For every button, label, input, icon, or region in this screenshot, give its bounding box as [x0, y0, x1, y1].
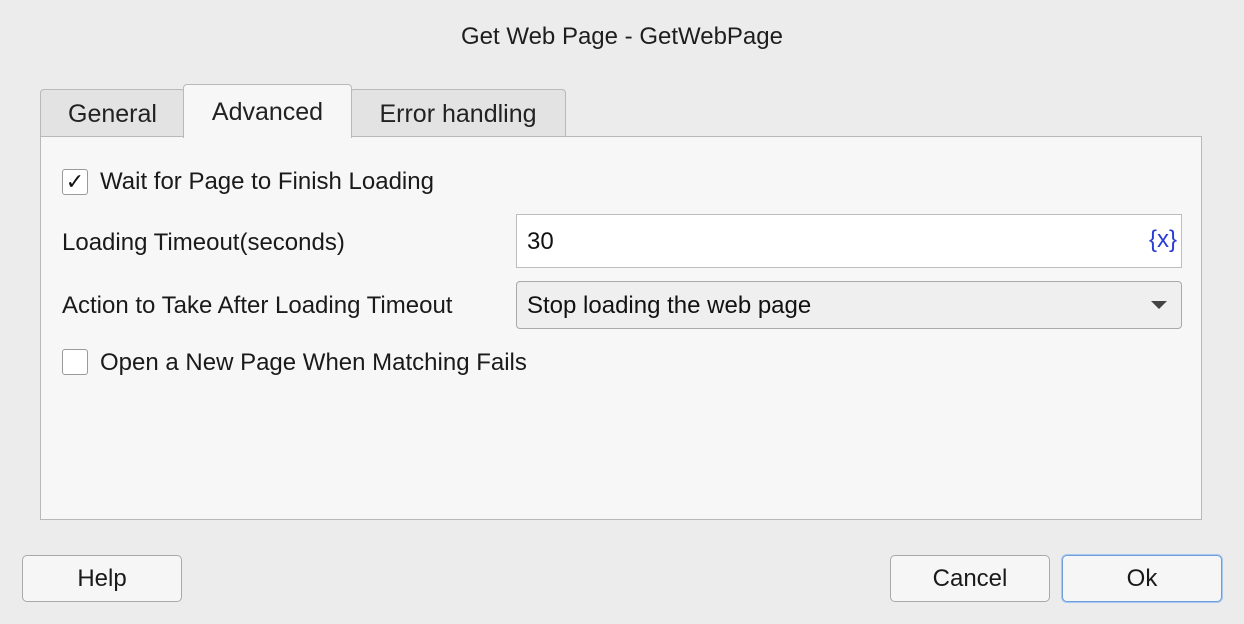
dialog-title: Get Web Page - GetWebPage	[461, 23, 783, 50]
get-web-page-dialog: Get Web Page - GetWebPage General Advanc…	[0, 0, 1244, 624]
timeout-row: Loading Timeout(seconds) 30 {x} Action t…	[41, 137, 1201, 519]
tab-advanced[interactable]: Advanced	[183, 84, 352, 138]
loading-timeout-label: Loading Timeout(seconds)	[62, 229, 345, 256]
open-new-page-label: Open a New Page When Matching Fails	[100, 349, 527, 376]
chevron-down-icon	[1151, 301, 1167, 309]
help-button[interactable]: Help	[22, 555, 182, 602]
open-new-page-checkbox[interactable]	[62, 349, 88, 375]
timeout-action-value: Stop loading the web page	[527, 292, 812, 319]
loading-timeout-value: 30	[527, 228, 554, 255]
advanced-panel: ✓ Wait for Page to Finish Loading Loadin…	[40, 136, 1202, 520]
tab-error-handling[interactable]: Error handling	[350, 89, 566, 137]
tab-general[interactable]: General	[40, 89, 185, 137]
variable-icon[interactable]: {x}	[1149, 226, 1177, 254]
cancel-button[interactable]: Cancel	[890, 555, 1050, 602]
ok-button[interactable]: Ok	[1062, 555, 1222, 602]
timeout-action-select[interactable]: Stop loading the web page	[516, 281, 1182, 329]
loading-timeout-input[interactable]: 30 {x}	[516, 214, 1182, 268]
timeout-action-label: Action to Take After Loading Timeout	[62, 292, 453, 319]
